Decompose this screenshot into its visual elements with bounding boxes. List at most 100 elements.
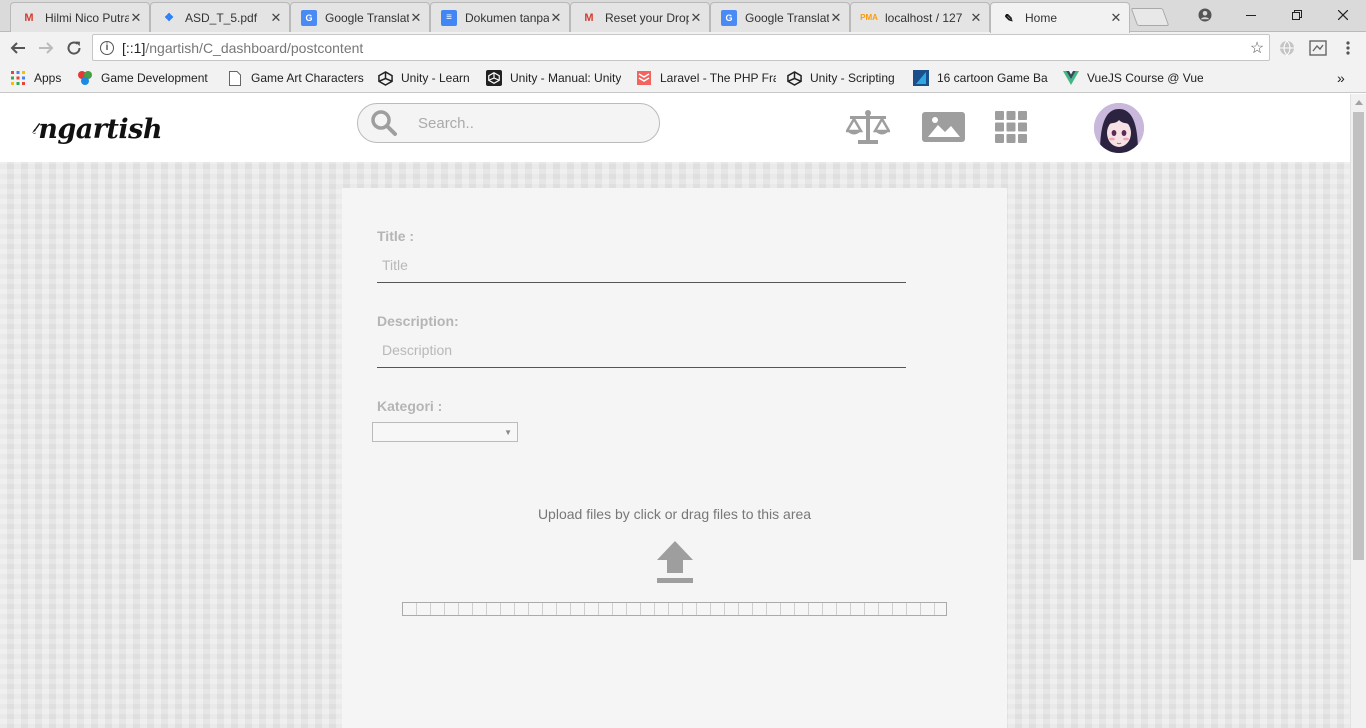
scrollbar-thumb[interactable] [1353, 112, 1364, 560]
bookmark-cartoon-game[interactable]: 16 cartoon Game Ba [913, 69, 1053, 87]
unity-icon [486, 70, 502, 86]
bookmark-unity-scripting[interactable]: Unity - Scripting [786, 69, 906, 87]
browser-toolbar: i [::1]/ngartish/C_dashboard/postcontent… [0, 32, 1366, 63]
brush-icon: ✎ [1004, 12, 1014, 25]
restore-button[interactable] [1274, 0, 1320, 30]
tab-title: Google Translate [325, 10, 409, 25]
category-label: Kategori : [377, 398, 443, 414]
url-path: /ngartish/C_dashboard/postcontent [145, 39, 364, 56]
browser-tab-strip: M Hilmi Nico Putra ✕ ❖ ASD_T_5.pdf ✕ G G… [0, 0, 1366, 33]
google-translate-icon: G [721, 9, 737, 26]
tab-title: Home [1025, 11, 1058, 25]
upload-icon[interactable] [656, 541, 694, 585]
bookmark-label: Laravel - The PHP Fra [660, 71, 776, 85]
page-scrollbar[interactable] [1350, 94, 1366, 728]
avatar-image [1094, 103, 1144, 153]
close-icon[interactable]: ✕ [269, 10, 283, 26]
site-header: ngartish [0, 94, 1350, 162]
tab-gmail-1[interactable]: M Hilmi Nico Putra ✕ [10, 2, 150, 32]
post-content-form: Title : Description: Kategori : ▼ Upload… [342, 188, 1007, 728]
chrome-menu-icon[interactable] [1338, 38, 1358, 58]
close-icon[interactable]: ✕ [129, 10, 143, 26]
bookmark-apps[interactable]: Apps [10, 69, 70, 87]
tab-home[interactable]: ✎ Home ✕ [990, 2, 1130, 33]
google-translate-icon: G [301, 9, 317, 26]
upload-dropzone-text[interactable]: Upload files by click or drag files to t… [342, 506, 1007, 522]
close-icon[interactable]: ✕ [969, 10, 983, 26]
bookmark-label: Unity - Manual: Unity [510, 71, 622, 85]
bookmark-star-icon[interactable]: ☆ [1245, 38, 1269, 58]
gmail-icon: M [24, 11, 34, 24]
bookmark-unity-learn[interactable]: Unity - Learn [377, 69, 477, 87]
tab-title: Hilmi Nico Putra [45, 10, 129, 25]
minimize-button[interactable] [1228, 0, 1274, 30]
tab-title: Dokumen tanpa [465, 10, 549, 25]
bookmark-label: Unity - Scripting [810, 71, 895, 85]
profile-icon[interactable] [1182, 0, 1228, 30]
site-logo[interactable]: ngartish [32, 104, 162, 154]
forward-button[interactable] [34, 36, 58, 60]
gallery-icon[interactable] [922, 109, 966, 145]
info-icon[interactable]: i [100, 40, 114, 55]
bookmark-game-art[interactable]: Game Art Characters [227, 69, 367, 87]
colored-dots-icon [77, 70, 93, 86]
bookmark-label: Unity - Learn [401, 71, 470, 85]
dropbox-icon: ❖ [164, 12, 174, 24]
logo-wordmark: ngartish [38, 113, 162, 145]
bookmark-unity-manual[interactable]: Unity - Manual: Unity [486, 69, 626, 87]
bookmark-label: VueJS Course @ Vue [1087, 71, 1203, 85]
back-arrow-icon [10, 42, 25, 54]
bookmark-label: Game Art Characters [251, 71, 364, 85]
apps-grid-menu-icon[interactable] [992, 109, 1036, 145]
tab-google-translate-1[interactable]: G Google Translate ✕ [290, 2, 430, 32]
bookmark-game-development[interactable]: Game Development [77, 69, 217, 87]
unity-icon [786, 70, 802, 86]
laravel-icon [636, 70, 652, 86]
dropdown-caret-icon: ▼ [504, 428, 512, 437]
url-text[interactable]: [::1]/ngartish/C_dashboard/postcontent [122, 40, 1245, 56]
scale-icon[interactable] [846, 109, 890, 145]
title-input[interactable] [377, 247, 906, 283]
new-tab-button[interactable] [1130, 8, 1170, 26]
tab-title: Reset your Dropbox [605, 10, 689, 25]
tab-google-translate-2[interactable]: G Google Translate ✕ [710, 2, 850, 32]
tab-google-docs[interactable]: ≡ Dokumen tanpa ✕ [430, 2, 570, 32]
bookmarks-overflow-button[interactable]: » [1337, 69, 1351, 87]
bookmark-label: Game Development [101, 71, 208, 85]
upload-progress-bar [402, 602, 947, 616]
apps-grid-icon [10, 70, 26, 86]
page-icon [227, 70, 243, 86]
user-avatar[interactable] [1094, 103, 1144, 153]
scroll-up-arrow-icon[interactable] [1355, 100, 1363, 105]
tab-title: Google Translate [745, 10, 829, 25]
close-window-button[interactable] [1320, 0, 1366, 30]
search-icon[interactable] [370, 109, 398, 137]
close-icon[interactable]: ✕ [1109, 10, 1123, 26]
back-button[interactable] [6, 36, 30, 60]
category-select[interactable]: ▼ [372, 422, 518, 442]
reload-button[interactable] [62, 36, 86, 60]
bookmark-vuejs[interactable]: VueJS Course @ Vue [1063, 69, 1203, 87]
site-search[interactable] [357, 103, 660, 143]
photoshop-icon [913, 70, 929, 86]
unity-icon [377, 70, 393, 86]
gmail-icon: M [584, 11, 594, 24]
close-icon[interactable]: ✕ [549, 10, 563, 26]
bookmarks-bar: Apps Game Development Game Art Character… [0, 63, 1366, 93]
address-bar[interactable]: i [::1]/ngartish/C_dashboard/postcontent… [92, 34, 1270, 61]
phpmyadmin-icon: PMA [860, 13, 878, 22]
close-icon[interactable]: ✕ [689, 10, 703, 26]
globe-extension-icon[interactable] [1277, 38, 1297, 58]
search-input[interactable] [418, 114, 648, 132]
close-icon[interactable]: ✕ [829, 10, 843, 26]
bookmark-laravel[interactable]: Laravel - The PHP Fra [636, 69, 776, 87]
title-label: Title : [377, 228, 415, 244]
google-docs-icon: ≡ [441, 9, 457, 26]
tab-phpmyadmin[interactable]: PMA localhost / 127 ✕ [850, 2, 990, 32]
tab-gmail-2[interactable]: M Reset your Dropbox ✕ [570, 2, 710, 32]
close-icon[interactable]: ✕ [409, 10, 423, 26]
tab-title: ASD_T_5.pdf [185, 10, 258, 25]
description-input[interactable] [377, 332, 906, 368]
tab-dropbox[interactable]: ❖ ASD_T_5.pdf ✕ [150, 2, 290, 32]
screenshot-extension-icon[interactable] [1308, 38, 1328, 58]
